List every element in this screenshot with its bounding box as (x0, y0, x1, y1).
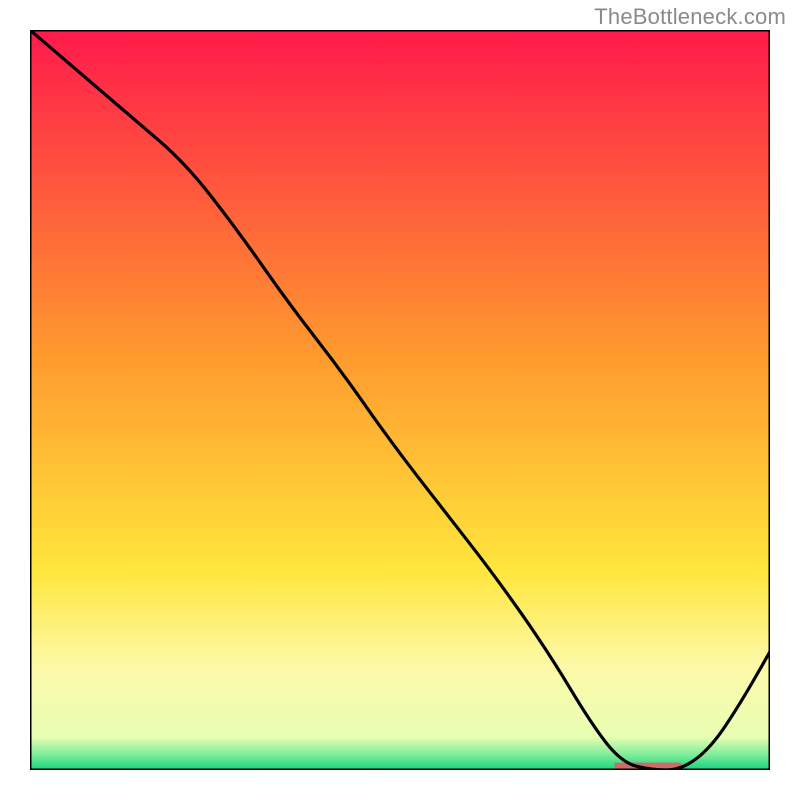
chart-background-gradient (30, 30, 770, 770)
chart-plot-area (30, 30, 770, 770)
chart-root: TheBottleneck.com (0, 0, 800, 800)
chart-svg (30, 30, 770, 770)
watermark-text: TheBottleneck.com (594, 4, 786, 30)
